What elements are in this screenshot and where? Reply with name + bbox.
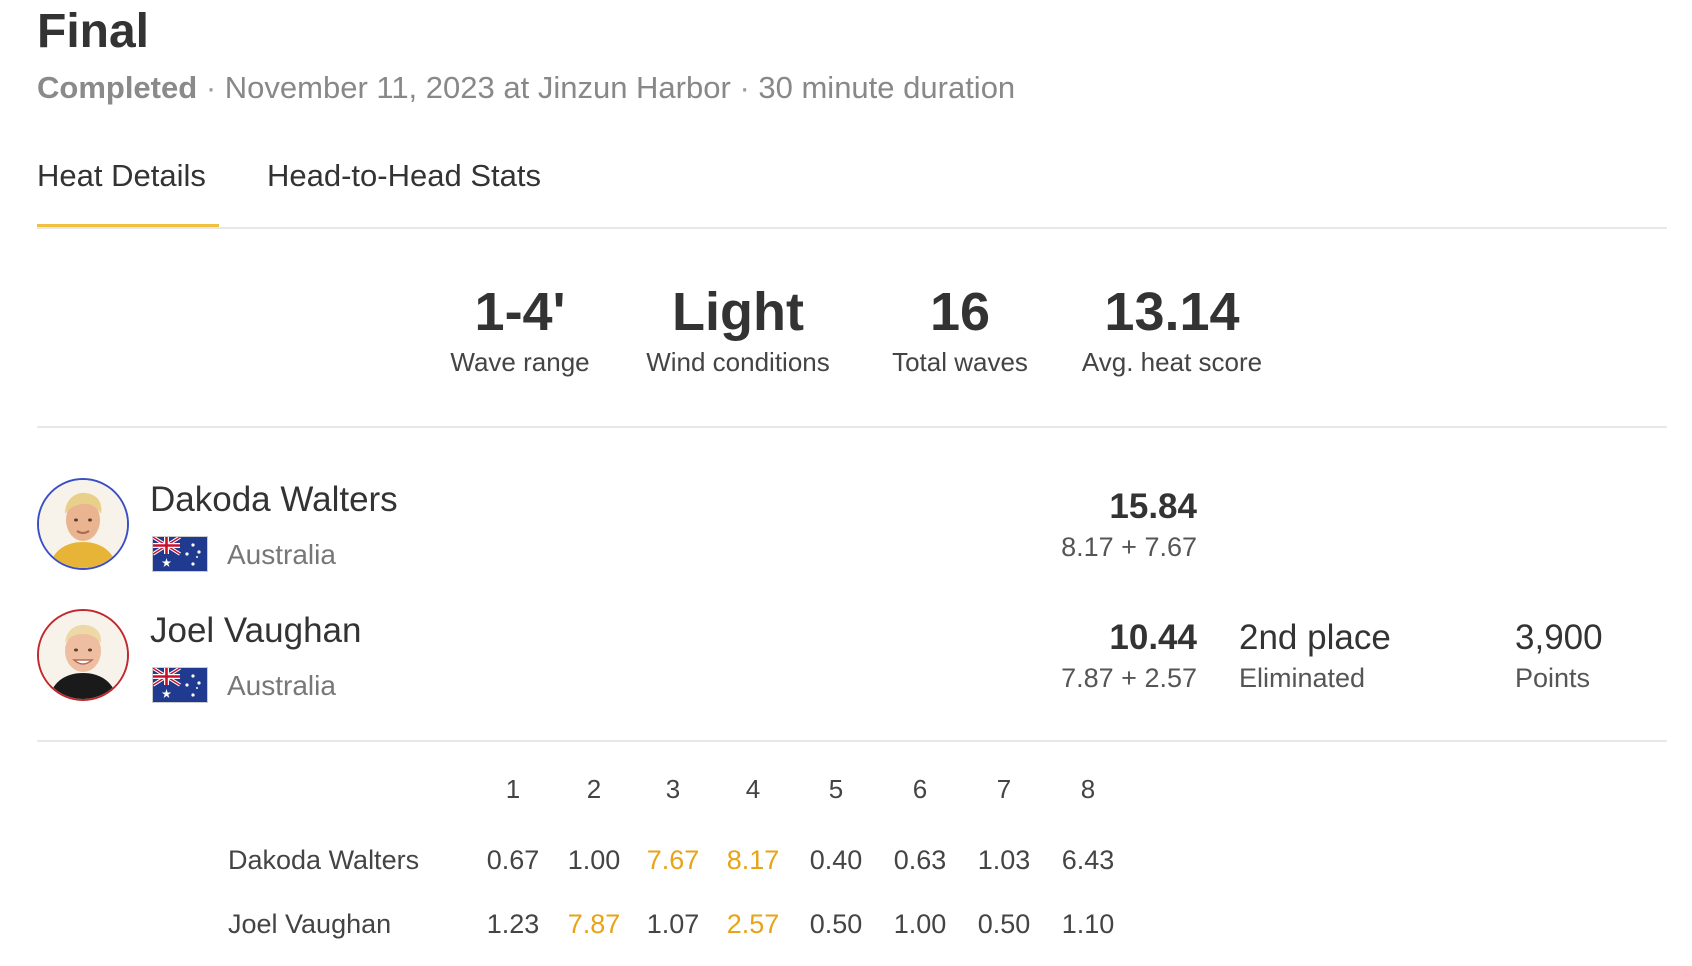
page-title: Final [37, 5, 150, 58]
wave-number-header: 5 [828, 774, 844, 804]
avatar [37, 609, 129, 701]
subtitle-separator: · [205, 70, 217, 105]
wave-number-header: 7 [996, 774, 1012, 804]
stat-value: 13.14 [1104, 282, 1240, 342]
stat-label: Avg. heat score [1081, 347, 1263, 377]
wave-row-surfer-name: Joel Vaughan [228, 909, 392, 939]
tab-bar: Heat Details Head-to-Head Stats [37, 150, 1667, 228]
wave-score-cell: 1.10 [1061, 909, 1115, 939]
heat-total-score: 10.44 [1109, 618, 1197, 657]
heat-status: Completed [37, 70, 198, 105]
wave-row-surfer-name: Dakoda Walters [228, 845, 420, 875]
surfer-portrait-icon [39, 611, 127, 699]
wave-score-cell: 0.67 [486, 845, 540, 875]
wave-score-cell: 8.17 [726, 845, 780, 875]
wave-score-cell: 7.87 [567, 909, 621, 939]
surfer-name[interactable]: Dakoda Walters [150, 478, 398, 522]
elimination-status: Eliminated [1239, 663, 1366, 693]
surfer-portrait-icon [39, 480, 127, 568]
ranking-points: 3,900 [1515, 618, 1603, 657]
wave-number-header: 8 [1080, 774, 1096, 804]
wave-score-cell: 1.07 [646, 909, 700, 939]
divider [37, 426, 1667, 428]
stat-value: 1-4' [474, 282, 566, 342]
wave-number-header: 4 [745, 774, 761, 804]
surfer-row[interactable]: Joel Vaughan Australia 10.44 7.87 + 2.57… [37, 609, 1667, 709]
wave-score-cell: 1.00 [567, 845, 621, 875]
divider [37, 740, 1667, 742]
divider [37, 227, 1667, 229]
stat-label: Total waves [892, 347, 1028, 377]
score-breakdown: 7.87 + 2.57 [1061, 663, 1197, 693]
subtitle-separator: · [739, 70, 750, 105]
surfer-country: Australia [227, 670, 336, 701]
tab-heat-details[interactable]: Heat Details [37, 150, 206, 202]
heat-duration: 30 minute duration [758, 70, 1016, 105]
surfer-row[interactable]: Dakoda Walters Australia 15.84 8.17 + 7.… [37, 478, 1667, 578]
wave-number-header: 6 [912, 774, 928, 804]
wave-score-cell: 2.57 [726, 909, 780, 939]
heat-date-location: November 11, 2023 at Jinzun Harbor [224, 70, 731, 105]
stat-value: 16 [929, 282, 991, 342]
stat-value: Light [672, 282, 804, 342]
score-breakdown: 8.17 + 7.67 [1061, 532, 1197, 562]
wave-score-cell: 0.40 [809, 845, 863, 875]
wave-number-header: 1 [505, 774, 521, 804]
wave-score-cell: 1.23 [486, 909, 540, 939]
wave-score-cell: 7.67 [646, 845, 700, 875]
wave-score-cell: 6.43 [1061, 845, 1115, 875]
wave-score-cell: 0.50 [809, 909, 863, 939]
heat-total-score: 15.84 [1109, 487, 1197, 526]
stat-avg-heat-score: 13.14 Avg. heat score [1072, 280, 1272, 380]
stat-wind-conditions: Light Wind conditions [633, 280, 843, 380]
stat-wave-range: 1-4' Wave range [440, 280, 600, 380]
ranking-points-label: Points [1515, 663, 1591, 693]
wave-score-cell: 1.00 [893, 909, 947, 939]
stat-total-waves: 16 Total waves [880, 280, 1040, 380]
stat-label: Wave range [450, 347, 590, 377]
avatar [37, 478, 129, 570]
stat-label: Wind conditions [646, 347, 830, 377]
wave-score-cell: 0.50 [977, 909, 1031, 939]
wave-number-header: 3 [665, 774, 681, 804]
tab-head-to-head-stats[interactable]: Head-to-Head Stats [267, 150, 541, 202]
wave-score-cell: 1.03 [977, 845, 1031, 875]
wave-score-cell: 0.63 [893, 845, 947, 875]
wave-number-header: 2 [586, 774, 602, 804]
heat-subtitle: Completed · November 11, 2023 at Jinzun … [37, 68, 1015, 108]
surfer-name[interactable]: Joel Vaughan [150, 609, 361, 653]
australia-flag-icon [152, 535, 208, 572]
surfer-country: Australia [227, 539, 336, 570]
australia-flag-icon [152, 666, 208, 703]
finishing-place: 2nd place [1239, 618, 1391, 657]
